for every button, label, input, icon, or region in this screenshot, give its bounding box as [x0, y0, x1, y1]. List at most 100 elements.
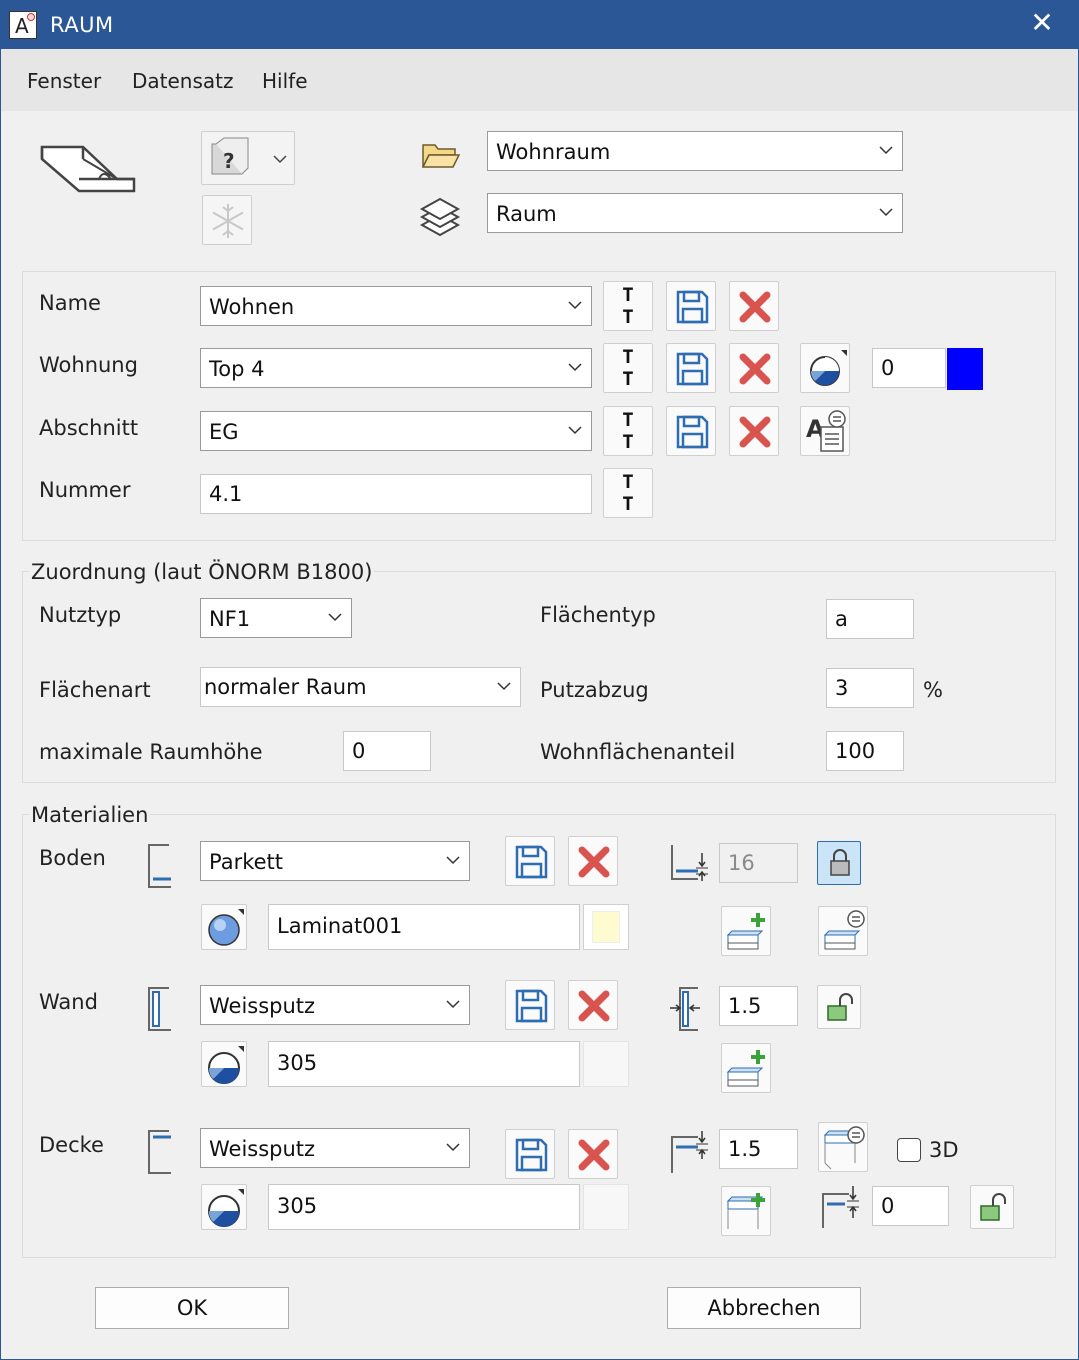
decke-delete-button[interactable] [568, 1129, 618, 1179]
lock-open-icon [827, 993, 853, 1021]
wand-delete-button[interactable] [568, 980, 618, 1030]
boden-label: Boden [39, 846, 106, 870]
cancel-button[interactable]: Abbrechen [667, 1287, 861, 1329]
decke-label: Decke [39, 1133, 104, 1157]
nummer-input[interactable]: 4.1 [200, 474, 592, 514]
menu-bar: Fenster Datensatz Hilfe [1, 49, 1078, 111]
wand-texture-input[interactable]: 305 [268, 1041, 580, 1087]
delete-icon [578, 846, 610, 878]
wall-thickness-icon [670, 987, 700, 1031]
chevron-down-icon [879, 208, 893, 217]
decke-thickness-input[interactable]: 1.5 [719, 1129, 798, 1169]
flaechentyp-label: Flächentyp [540, 603, 656, 627]
delete-icon [739, 353, 771, 385]
name-label: Name [39, 291, 101, 315]
abschnitt-text-toggle-button[interactable]: T T [603, 406, 653, 456]
decke-texture-input[interactable]: 305 [268, 1184, 580, 1230]
zuordnung-legend: Zuordnung (laut ÖNORM B1800) [29, 560, 375, 584]
abschnitt-save-button[interactable] [666, 406, 716, 456]
name-combo[interactable]: Wohnen [200, 286, 592, 326]
window-title: RAUM [50, 13, 114, 37]
decke-lock-toggle[interactable] [970, 1185, 1014, 1229]
chevron-down-icon [497, 682, 511, 691]
name-delete-button[interactable] [729, 281, 779, 331]
nutztyp-combo[interactable]: NF1 [200, 598, 352, 638]
wohnflaeche-label: Wohnflächenanteil [540, 740, 736, 764]
name-save-button[interactable] [666, 281, 716, 331]
boden-save-button[interactable] [505, 836, 555, 886]
floor-surface-icon [148, 844, 171, 888]
boden-material-combo[interactable]: Parkett [200, 841, 470, 881]
color-wheel-icon [208, 1046, 244, 1084]
wand-lock-toggle[interactable] [817, 985, 861, 1029]
abschnitt-delete-button[interactable] [729, 406, 779, 456]
wohnflaeche-input[interactable]: 100 [826, 731, 904, 771]
text-settings-icon: A [806, 410, 846, 452]
layer-combo[interactable]: Raum [487, 193, 903, 233]
decke-color-picker-button[interactable] [201, 1184, 247, 1230]
abschnitt-combo[interactable]: EG [200, 411, 592, 451]
nummer-label: Nummer [39, 478, 131, 502]
wand-color-preview [583, 1041, 629, 1087]
color-wheel-icon [810, 350, 847, 386]
putzabzug-label: Putzabzug [540, 678, 649, 702]
decke-material-combo[interactable]: Weissputz [200, 1128, 470, 1168]
wohnung-color-swatch[interactable] [947, 348, 983, 390]
save-icon [676, 352, 709, 386]
ok-button[interactable]: OK [95, 1287, 289, 1329]
flaechentyp-input[interactable]: a [826, 599, 914, 639]
chevron-down-icon [328, 613, 342, 622]
wand-add-layer-button[interactable] [721, 1043, 771, 1093]
decke-offset-input[interactable]: 0 [872, 1186, 949, 1226]
wohnung-delete-button[interactable] [729, 343, 779, 393]
boden-lock-toggle[interactable] [817, 841, 861, 885]
wand-save-button[interactable] [505, 980, 555, 1030]
wohnung-combo[interactable]: Top 4 [200, 348, 592, 388]
delete-icon [739, 291, 771, 323]
room-preset-dropdown[interactable]: ? [201, 131, 295, 185]
chevron-down-icon [446, 856, 460, 865]
wand-thickness-input[interactable]: 1.5 [719, 986, 798, 1026]
wohnung-label: Wohnung [39, 353, 138, 377]
layer-settings-icon [823, 1126, 865, 1170]
menu-fenster[interactable]: Fenster [27, 69, 101, 93]
decke-3d-checkbox[interactable] [897, 1138, 921, 1162]
wand-color-picker-button[interactable] [201, 1041, 247, 1087]
decke-color-preview [583, 1184, 629, 1230]
boden-add-layer-button[interactable] [721, 906, 771, 956]
wohnung-save-button[interactable] [666, 343, 716, 393]
wohnung-color-number-input[interactable]: 0 [872, 348, 946, 388]
snowflake-button[interactable] [202, 195, 252, 245]
raumhoehe-input[interactable]: 0 [343, 731, 431, 771]
wohnung-color-picker-button[interactable] [800, 343, 850, 393]
decke-save-button[interactable] [505, 1129, 555, 1179]
ceiling-thickness-icon [671, 1131, 708, 1173]
flaechenart-label: Flächenart [39, 678, 151, 702]
menu-hilfe[interactable]: Hilfe [262, 69, 308, 93]
decke-add-layer-button[interactable] [721, 1186, 771, 1236]
boden-thickness-input: 16 [719, 843, 798, 883]
wand-material-combo[interactable]: Weissputz [200, 985, 470, 1025]
putzabzug-input[interactable]: 3 [826, 668, 914, 708]
wohnung-text-toggle-button[interactable]: T T [603, 343, 653, 393]
boden-delete-button[interactable] [568, 836, 618, 886]
close-button[interactable]: ✕ [1029, 7, 1055, 39]
folder-icon [421, 144, 461, 168]
delete-icon [578, 1139, 610, 1171]
boden-texture-picker-button[interactable] [201, 904, 247, 950]
name-text-toggle-button[interactable]: T T [603, 281, 653, 331]
raumhoehe-label: maximale Raumhöhe [39, 740, 263, 764]
boden-texture-preview [583, 904, 629, 950]
abschnitt-label: Abschnitt [39, 416, 139, 440]
category-combo[interactable]: Wohnraum [487, 131, 903, 171]
boden-texture-input[interactable]: Laminat001 [268, 904, 580, 950]
wand-label: Wand [39, 990, 98, 1014]
abschnitt-text-settings-button[interactable]: A [800, 406, 850, 456]
menu-datensatz[interactable]: Datensatz [132, 69, 234, 93]
decke-3d-label: 3D [929, 1138, 959, 1162]
boden-layer-settings-button[interactable] [818, 906, 868, 956]
flaechenart-combo[interactable]: normaler Raum [200, 667, 521, 707]
chevron-down-icon [568, 301, 582, 310]
nummer-text-toggle-button[interactable]: T T [603, 468, 653, 518]
decke-layer-settings-button[interactable] [818, 1122, 868, 1172]
